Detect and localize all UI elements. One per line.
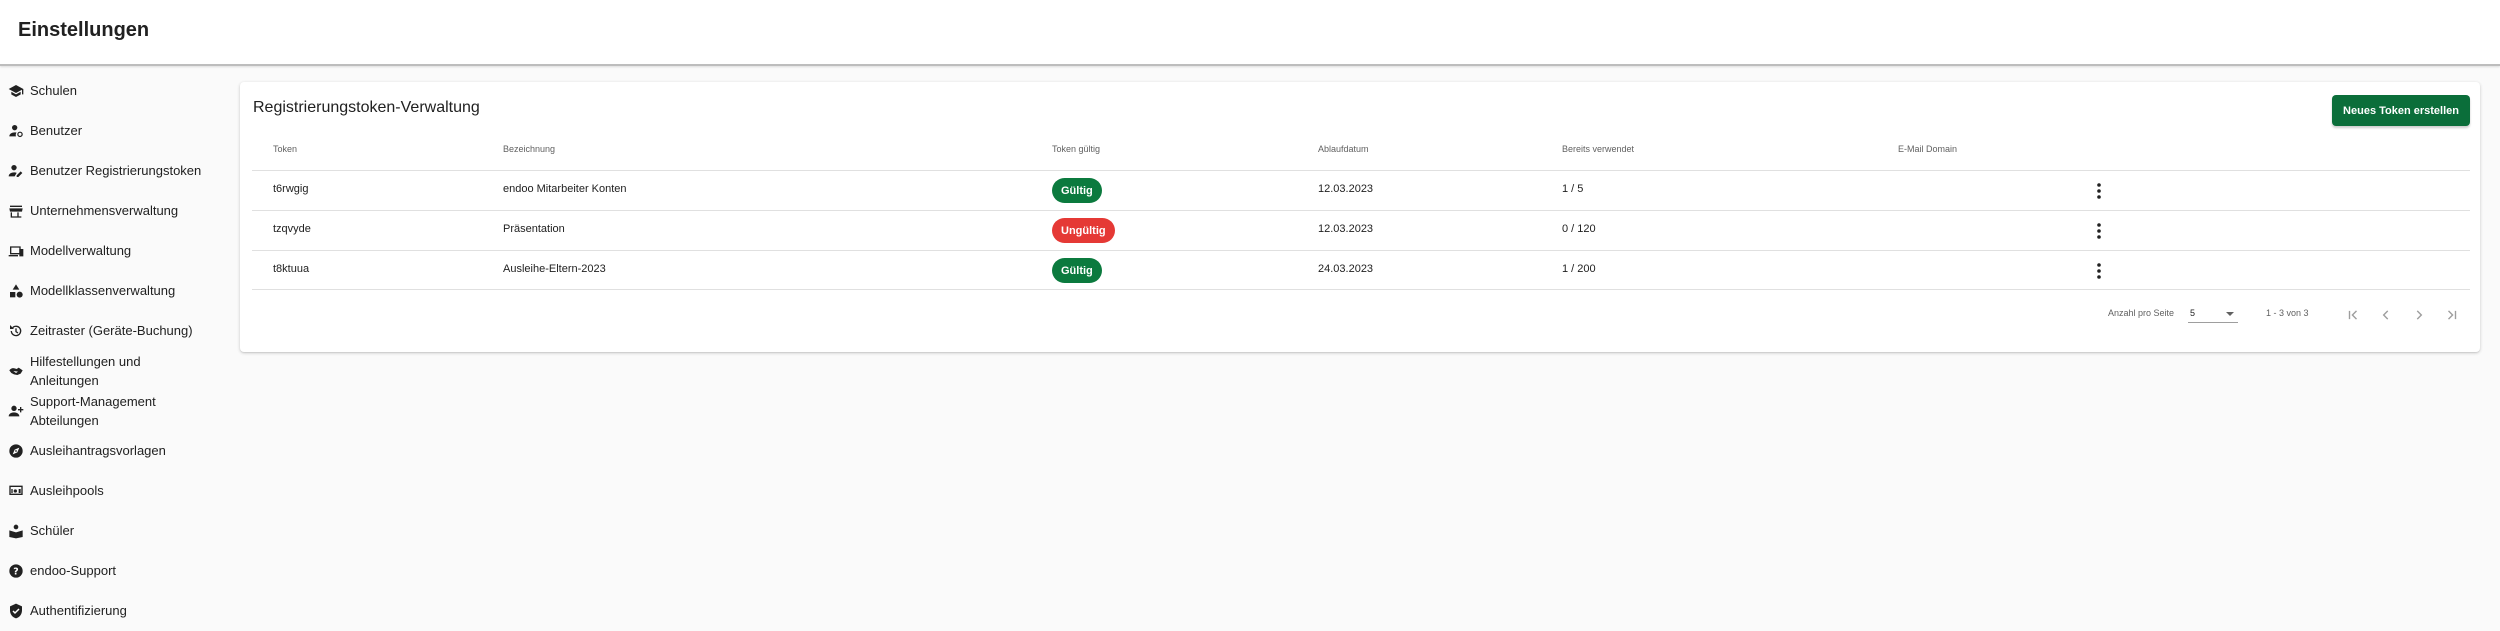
ablaufdatum-cell: 12.03.2023 [1318, 223, 1374, 235]
row-menu-button[interactable] [2088, 180, 2110, 202]
help-icon: ? [6, 561, 26, 581]
sidebar-item-schulen[interactable]: Schulen [6, 72, 226, 110]
svg-text:?: ? [13, 566, 18, 577]
first-page-button[interactable] [2342, 304, 2364, 326]
column-header-ablaufdatum[interactable]: Ablaufdatum [1318, 144, 1369, 154]
last-page-icon [2448, 310, 2457, 320]
status-badge: Ungültig [1052, 218, 1115, 243]
sidebar-item-label: Modellklassenverwaltung [30, 283, 176, 298]
sidebar-item-label: Authentifizierung [30, 603, 127, 618]
user-settings-icon [6, 121, 26, 141]
handshake-icon [6, 361, 26, 381]
table-row: tzqvyde Präsentation Ungültig 12.03.2023… [252, 210, 2470, 250]
sidebar-item-benutzer[interactable]: Benutzer [6, 112, 226, 150]
sidebar-item-zeitraster[interactable]: Zeitraster (Geräte-Buchung) [6, 312, 226, 350]
status-badge: Gültig [1052, 178, 1102, 203]
devices-other-icon [6, 481, 26, 501]
sidebar-item-label: Hilfestellungen und Anleitungen [30, 352, 141, 390]
token-management-card: Registrierungstoken-Verwaltung Neues Tok… [240, 82, 2480, 352]
status-badge: Gültig [1052, 258, 1102, 283]
top-bar: Einstellungen [0, 0, 2500, 66]
sidebar-item-authentifizierung[interactable]: Authentifizierung [6, 592, 226, 630]
row-menu-button[interactable] [2088, 260, 2110, 282]
bezeichnung-cell: Präsentation [503, 223, 565, 235]
label-line-1: Hilfestellungen und [30, 354, 141, 369]
column-header-token[interactable]: Token [273, 144, 297, 154]
column-header-token-gueltig[interactable]: Token gültig [1052, 144, 1100, 154]
verwendet-cell: 1 / 5 [1562, 183, 1584, 195]
sidebar-item-modellverwaltung[interactable]: Modellverwaltung [6, 232, 226, 270]
column-header-bereits-verwendet[interactable]: Bereits verwendet [1562, 144, 1634, 154]
sidebar: Schulen Benutzer Benutzer Registrierungs… [0, 70, 232, 631]
sidebar-item-label: Support-Management Abteilungen [30, 392, 156, 430]
table-row: t8ktuua Ausleihe-Eltern-2023 Gültig 24.0… [252, 250, 2470, 290]
first-page-icon [2348, 310, 2357, 320]
user-edit-icon [6, 161, 26, 181]
group-add-icon [6, 401, 26, 421]
column-header-email-domain[interactable]: E-Mail Domain [1898, 144, 1957, 154]
sidebar-item-benutzer-registrierungstoken[interactable]: Benutzer Registrierungstoken [6, 152, 226, 190]
sidebar-item-ausleihantragsvorlagen[interactable]: Ausleihantragsvorlagen [6, 432, 226, 470]
next-page-button[interactable] [2408, 304, 2430, 326]
more-vert-icon [2097, 183, 2101, 199]
sidebar-item-label: Benutzer [30, 123, 83, 138]
ablaufdatum-cell: 24.03.2023 [1318, 263, 1374, 275]
create-token-button[interactable]: Neues Token erstellen [2332, 95, 2470, 126]
column-header-bezeichnung[interactable]: Bezeichnung [503, 144, 555, 154]
sidebar-item-label: Unternehmensverwaltung [30, 203, 179, 218]
sidebar-item-label: Benutzer Registrierungstoken [30, 163, 202, 178]
sidebar-item-unternehmensverwaltung[interactable]: Unternehmensverwaltung [6, 192, 226, 230]
sidebar-item-label: Ausleihpools [30, 483, 104, 498]
table-row: t6rwgig endoo Mitarbeiter Konten Gültig … [252, 170, 2470, 210]
rows-per-page-label: Anzahl pro Seite [2108, 308, 2175, 318]
sidebar-item-label: Schulen [30, 83, 77, 98]
school-icon [6, 81, 26, 101]
sidebar-item-ausleihpools[interactable]: Ausleihpools [6, 472, 226, 510]
token-cell: tzqvyde [273, 223, 311, 235]
verified-shield-icon [6, 601, 26, 621]
ablaufdatum-cell: 12.03.2023 [1318, 183, 1374, 195]
token-cell: t8ktuua [273, 263, 310, 275]
label-line-2: Anleitungen [30, 373, 99, 388]
more-vert-icon [2097, 223, 2101, 239]
sidebar-item-label: Schüler [30, 523, 75, 538]
sidebar-item-label: endoo-Support [30, 563, 117, 578]
student-icon [6, 521, 26, 541]
last-page-button[interactable] [2441, 304, 2463, 326]
verwendet-cell: 1 / 200 [1562, 263, 1596, 275]
page-title: Einstellungen [18, 19, 150, 41]
previous-page-button[interactable] [2375, 304, 2397, 326]
token-cell: t6rwgig [273, 183, 309, 195]
sidebar-item-endoo-support[interactable]: ? endoo-Support [6, 552, 226, 590]
rows-per-page-select[interactable]: 5 [2188, 307, 2238, 323]
shapes-icon [6, 281, 26, 301]
sidebar-item-label: Ausleihantragsvorlagen [30, 443, 166, 458]
store-icon [6, 201, 26, 221]
rows-per-page-value: 5 [2190, 308, 2196, 318]
label-line-1: Support-Management [30, 394, 156, 409]
devices-icon [6, 241, 26, 261]
card-title: Registrierungstoken-Verwaltung [253, 99, 480, 116]
sidebar-item-support-management[interactable]: Support-Management Abteilungen [6, 392, 226, 430]
dropdown-arrow-icon [2226, 312, 2234, 316]
more-vert-icon [2097, 263, 2101, 279]
sidebar-item-label: Zeitraster (Geräte-Buchung) [30, 323, 193, 338]
label-line-2: Abteilungen [30, 413, 99, 428]
pagination-range: 1 - 3 von 3 [2266, 308, 2309, 318]
row-menu-button[interactable] [2088, 220, 2110, 242]
sidebar-item-modellklassenverwaltung[interactable]: Modellklassenverwaltung [6, 272, 226, 310]
verwendet-cell: 0 / 120 [1562, 223, 1596, 235]
bezeichnung-cell: endoo Mitarbeiter Konten [503, 183, 627, 195]
explore-icon [6, 441, 26, 461]
sidebar-item-hilfestellungen[interactable]: Hilfestellungen und Anleitungen [6, 352, 226, 390]
chevron-right-icon [2416, 310, 2423, 320]
chevron-left-icon [2382, 310, 2389, 320]
history-icon [6, 321, 26, 341]
bezeichnung-cell: Ausleihe-Eltern-2023 [503, 263, 606, 275]
sidebar-item-label: Modellverwaltung [30, 243, 132, 258]
sidebar-item-schueler[interactable]: Schüler [6, 512, 226, 550]
